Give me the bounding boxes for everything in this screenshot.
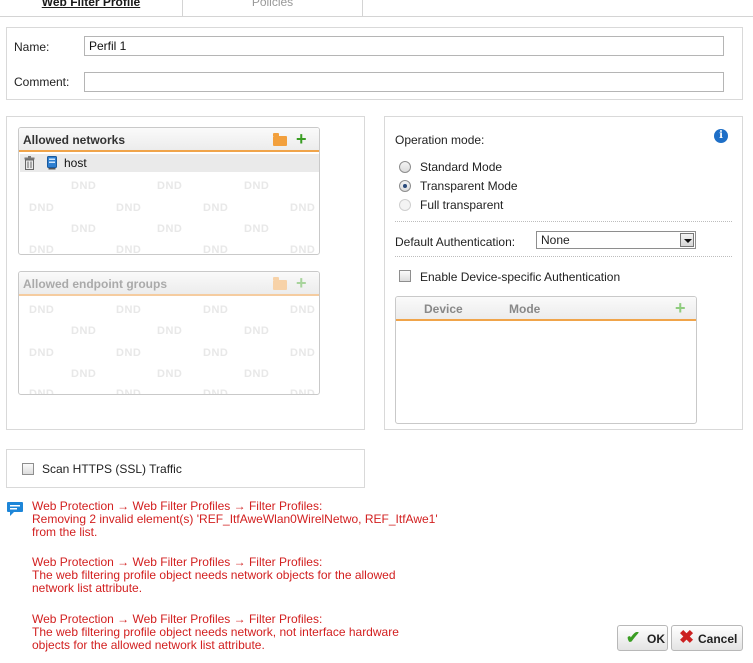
- scan-https-label[interactable]: Scan HTTPS (SSL) Traffic: [42, 462, 182, 476]
- dnd-watermark: DND: [244, 325, 270, 337]
- tab-bar: Web Filter Profile Policies: [0, 0, 753, 17]
- dnd-watermark: DND: [116, 304, 142, 316]
- dnd-watermark: DND: [29, 244, 55, 255]
- radio-standard-mode-label[interactable]: Standard Mode: [420, 160, 502, 174]
- dnd-watermark: DND: [71, 368, 97, 380]
- default-auth-label: Default Authentication:: [395, 235, 516, 249]
- allowed-networks-list[interactable]: Allowed networks + DND DND DND DND DND D…: [18, 127, 320, 255]
- drop-zone: DND DND DND DND DND DND DND DND DND DND …: [19, 298, 319, 394]
- allowed-endpoint-groups-title: Allowed endpoint groups: [23, 277, 167, 291]
- dnd-watermark: DND: [244, 368, 270, 380]
- dnd-watermark: DND: [290, 244, 316, 255]
- dnd-watermark: DND: [290, 202, 316, 214]
- dnd-watermark: DND: [71, 325, 97, 337]
- radio-full-transparent: [399, 199, 411, 211]
- dnd-watermark: DND: [29, 202, 55, 214]
- dnd-watermark: DND: [157, 223, 183, 235]
- dnd-watermark: DND: [71, 223, 97, 235]
- dnd-watermark: DND: [29, 388, 55, 395]
- divider: [395, 256, 732, 257]
- dnd-watermark: DND: [290, 347, 316, 359]
- allowed-networks-header: Allowed networks +: [19, 128, 319, 152]
- dnd-watermark: DND: [203, 202, 229, 214]
- device-auth-label[interactable]: Enable Device-specific Authentication: [420, 270, 620, 284]
- radio-standard-mode[interactable]: [399, 161, 411, 173]
- profile-info-panel: Name: Perfil 1 Comment:: [6, 27, 743, 100]
- column-header-device: Device: [424, 302, 463, 316]
- close-icon: ✖: [679, 627, 695, 647]
- column-header-mode: Mode: [509, 302, 541, 316]
- name-label: Name:: [14, 40, 50, 54]
- list-item[interactable]: host: [20, 154, 319, 172]
- dnd-watermark: DND: [116, 202, 142, 214]
- message-text: Web Protection → Web Filter Profiles → F…: [32, 612, 399, 652]
- info-icon[interactable]: i: [714, 129, 728, 143]
- radio-full-transparent-label: Full transparent: [420, 198, 504, 212]
- checkmark-icon: ✔: [626, 628, 641, 647]
- tab-divider: [362, 0, 363, 16]
- device-auth-list[interactable]: Device Mode +: [395, 296, 697, 424]
- ok-button-label: OK: [647, 632, 665, 646]
- list-item-label: host: [64, 156, 87, 170]
- dnd-watermark: DND: [157, 368, 183, 380]
- dnd-watermark: DND: [29, 347, 55, 359]
- tab-policies[interactable]: Policies: [183, 0, 362, 16]
- message-icon: [7, 502, 23, 516]
- dnd-watermark: DND: [116, 388, 142, 395]
- host-icon: [47, 156, 57, 170]
- tab-web-filter-profile[interactable]: Web Filter Profile: [0, 0, 182, 16]
- dnd-watermark: DND: [203, 304, 229, 316]
- cancel-button-label: Cancel: [698, 632, 738, 646]
- allowed-endpoint-groups-list: Allowed endpoint groups + DND DND DND DN…: [18, 271, 320, 395]
- dnd-watermark: DND: [244, 223, 270, 235]
- dnd-watermark: DND: [290, 304, 316, 316]
- operation-mode-label: Operation mode:: [395, 133, 485, 147]
- dnd-watermark: DND: [71, 180, 97, 192]
- radio-transparent-mode[interactable]: [399, 180, 411, 192]
- add-icon: +: [296, 273, 307, 293]
- dnd-watermark: DND: [157, 325, 183, 337]
- comment-label: Comment:: [14, 75, 70, 89]
- message-text: Web Protection → Web Filter Profiles → F…: [32, 555, 396, 595]
- scan-https-checkbox[interactable]: [22, 463, 34, 475]
- radio-transparent-mode-label[interactable]: Transparent Mode: [420, 179, 518, 193]
- folder-icon: [273, 277, 287, 290]
- dnd-watermark: DND: [203, 388, 229, 395]
- dnd-watermark: DND: [244, 180, 270, 192]
- folder-icon[interactable]: [273, 133, 287, 146]
- dnd-watermark: DND: [116, 244, 142, 255]
- comment-input[interactable]: [84, 72, 724, 92]
- scan-https-panel: Scan HTTPS (SSL) Traffic: [6, 449, 365, 488]
- divider: [395, 221, 732, 222]
- chevron-down-icon[interactable]: [680, 233, 694, 247]
- dnd-watermark: DND: [157, 180, 183, 192]
- dnd-watermark: DND: [290, 388, 316, 395]
- allowed-networks-title: Allowed networks: [23, 133, 126, 147]
- add-icon[interactable]: +: [296, 130, 307, 148]
- trash-icon[interactable]: [24, 156, 35, 170]
- device-auth-list-header: Device Mode +: [396, 297, 696, 321]
- add-icon[interactable]: +: [675, 299, 686, 317]
- cancel-button[interactable]: ✖ Cancel: [671, 625, 743, 651]
- network-panel: Allowed networks + DND DND DND DND DND D…: [6, 116, 365, 430]
- default-auth-value: None: [541, 233, 570, 247]
- dnd-watermark: DND: [203, 347, 229, 359]
- operation-panel: Operation mode: i Standard Mode Transpar…: [384, 116, 743, 430]
- message-text: Web Protection → Web Filter Profiles → F…: [32, 499, 438, 539]
- device-auth-checkbox[interactable]: [399, 270, 411, 282]
- allowed-endpoint-groups-header: Allowed endpoint groups +: [19, 272, 319, 296]
- dnd-watermark: DND: [203, 244, 229, 255]
- dnd-watermark: DND: [29, 304, 55, 316]
- default-auth-select[interactable]: None: [536, 231, 696, 249]
- ok-button[interactable]: ✔ OK: [617, 625, 668, 651]
- dnd-watermark: DND: [116, 347, 142, 359]
- name-input[interactable]: Perfil 1: [84, 36, 724, 56]
